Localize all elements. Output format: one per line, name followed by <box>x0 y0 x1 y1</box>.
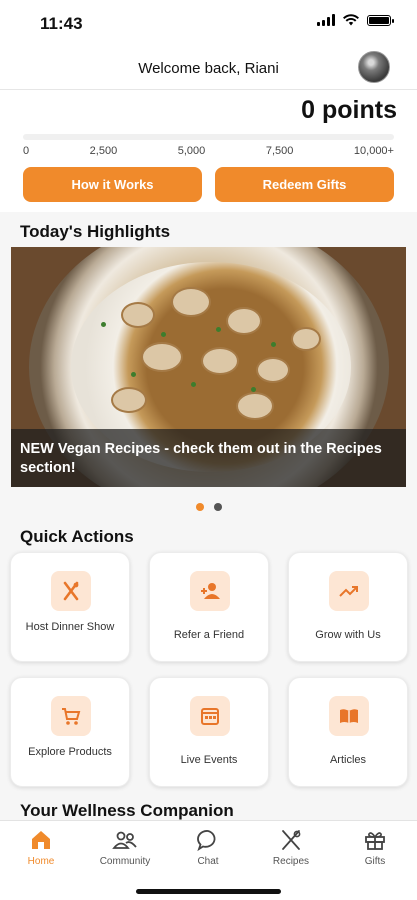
highlights-title: Today's Highlights <box>20 222 171 241</box>
bottom-nav: Home Community Chat Recipes Gifts <box>0 820 417 900</box>
carousel-dots <box>196 503 222 511</box>
welcome-text: Welcome back, Riani <box>138 60 279 77</box>
points-progress-bar <box>23 134 394 140</box>
quick-action-live-events[interactable]: Live Events <box>149 677 269 787</box>
highlight-banner[interactable]: NEW Vegan Recipes - check them out in th… <box>11 247 406 487</box>
quick-action-explore-products[interactable]: Explore Products <box>10 677 130 787</box>
nav-label: Community <box>99 856 151 867</box>
tick-label: 2,500 <box>89 145 118 157</box>
status-bar: 11:43 <box>0 0 417 48</box>
how-it-works-button[interactable]: How it Works <box>23 167 202 202</box>
status-icons <box>317 14 394 26</box>
avatar[interactable] <box>358 51 390 83</box>
add-person-icon <box>190 571 230 611</box>
nav-chat[interactable]: Chat <box>173 827 243 867</box>
nav-gifts[interactable]: Gifts <box>340 827 410 867</box>
recipes-icon <box>256 827 326 853</box>
quick-action-refer-a-friend[interactable]: Refer a Friend <box>149 552 269 662</box>
tick-label: 7,500 <box>265 145 294 157</box>
status-time: 11:43 <box>40 14 83 33</box>
redeem-gifts-button[interactable]: Redeem Gifts <box>215 167 394 202</box>
home-indicator <box>136 889 281 894</box>
points-value: 0 points <box>301 96 397 124</box>
quick-action-articles[interactable]: Articles <box>288 677 408 787</box>
tick-label: 0 <box>23 145 30 157</box>
nav-label: Gifts <box>364 856 386 867</box>
carousel-dot-active[interactable] <box>196 503 204 511</box>
quick-action-label: Grow with Us <box>315 629 381 641</box>
carousel-dot[interactable] <box>214 503 222 511</box>
nav-label: Chat <box>197 856 219 867</box>
nav-community[interactable]: Community <box>90 827 160 867</box>
quick-action-host-dinner-show[interactable]: Host Dinner Show <box>10 552 130 662</box>
quick-action-label: Host Dinner Show <box>25 621 115 633</box>
banner-caption: NEW Vegan Recipes - check them out in th… <box>20 441 382 476</box>
wellness-title: Your Wellness Companion <box>20 801 234 820</box>
quick-actions-title: Quick Actions <box>20 527 134 546</box>
tick-label: 10,000+ <box>353 145 394 157</box>
top-header: Welcome back, Riani <box>0 48 417 90</box>
cart-icon <box>51 696 91 736</box>
quick-action-grow-with-us[interactable]: Grow with Us <box>288 552 408 662</box>
trending-up-icon <box>329 571 369 611</box>
fork-knife-icon <box>51 571 91 611</box>
community-icon <box>90 827 160 853</box>
tick-label: 5,000 <box>177 145 206 157</box>
calendar-icon <box>190 696 230 736</box>
nav-recipes[interactable]: Recipes <box>256 827 326 867</box>
home-icon <box>6 827 76 853</box>
nav-label: Home <box>27 856 55 867</box>
chat-icon <box>173 827 243 853</box>
gift-icon <box>340 827 410 853</box>
quick-action-label: Refer a Friend <box>173 629 245 641</box>
nav-home[interactable]: Home <box>6 827 76 867</box>
book-icon <box>329 696 369 736</box>
nav-label: Recipes <box>272 856 310 867</box>
points-panel: 0 points 0 2,500 5,000 7,500 10,000+ How… <box>0 90 417 212</box>
signal-icon <box>317 14 335 26</box>
wifi-icon <box>343 14 359 26</box>
quick-action-label: Articles <box>329 754 367 766</box>
quick-action-label: Live Events <box>180 754 238 766</box>
points-ticks: 0 2,500 5,000 7,500 10,000+ <box>23 145 394 157</box>
quick-action-label: Explore Products <box>28 746 112 758</box>
battery-icon <box>367 14 394 26</box>
